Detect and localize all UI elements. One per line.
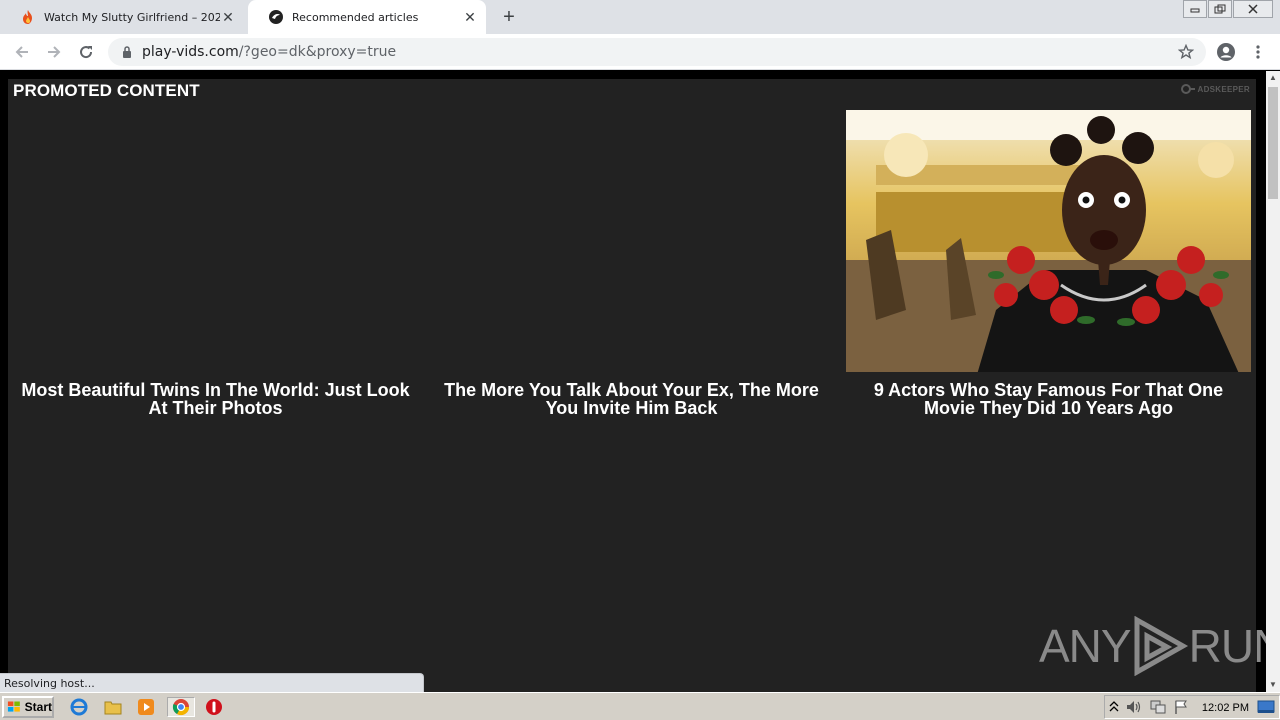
minimize-button[interactable] bbox=[1183, 0, 1207, 18]
article-thumbnail[interactable] bbox=[846, 110, 1251, 378]
chevron-up-icon[interactable] bbox=[1109, 700, 1119, 719]
close-icon[interactable]: ✕ bbox=[462, 9, 478, 25]
article-caption[interactable]: Most Beautiful Twins In The World: Just … bbox=[13, 381, 418, 417]
article-caption[interactable]: 9 Actors Who Stay Famous For That One Mo… bbox=[846, 381, 1251, 417]
anyrun-watermark: ANY RUN bbox=[1039, 616, 1266, 676]
tab-title: Watch My Slutty Girlfriend – 2021 – I bbox=[44, 10, 220, 24]
browser-toolbar: play-vids.com/?geo=dk&proxy=true bbox=[0, 34, 1280, 70]
media-player-icon[interactable] bbox=[135, 697, 157, 717]
scroll-up-icon[interactable]: ▲ bbox=[1266, 71, 1280, 85]
article-thumbnail[interactable] bbox=[429, 110, 834, 378]
lock-icon bbox=[120, 45, 134, 59]
menu-button[interactable] bbox=[1246, 40, 1270, 64]
scroll-down-icon[interactable]: ▼ bbox=[1266, 678, 1280, 692]
promoted-content-widget: PROMOTED CONTENT ADSKEEPER Most Beautifu… bbox=[8, 79, 1266, 692]
account-icon bbox=[1217, 43, 1235, 61]
address-bar[interactable]: play-vids.com/?geo=dk&proxy=true bbox=[108, 38, 1206, 66]
restore-button[interactable] bbox=[1208, 0, 1232, 18]
actor-photo bbox=[846, 110, 1251, 378]
taskbar: Start 12:02 PM bbox=[0, 692, 1280, 720]
tab-strip: Watch My Slutty Girlfriend – 2021 – I ✕ … bbox=[0, 0, 1280, 34]
scrollbar-thumb[interactable] bbox=[1268, 87, 1278, 199]
adskeeper-logo[interactable]: ADSKEEPER bbox=[1180, 83, 1251, 95]
network-icon[interactable] bbox=[1149, 699, 1167, 720]
profile-button[interactable] bbox=[1214, 40, 1238, 64]
back-button[interactable] bbox=[10, 40, 34, 64]
volume-icon[interactable] bbox=[1125, 699, 1143, 720]
kebab-menu-icon bbox=[1256, 45, 1260, 59]
site-favicon-icon bbox=[268, 9, 284, 25]
key-icon bbox=[1180, 84, 1195, 94]
file-explorer-icon[interactable] bbox=[102, 697, 124, 717]
show-desktop-icon[interactable] bbox=[1257, 700, 1275, 719]
bookmark-star-button[interactable] bbox=[1174, 40, 1198, 64]
new-tab-button[interactable]: + bbox=[499, 7, 519, 27]
forward-arrow-icon bbox=[48, 46, 61, 58]
clock[interactable]: 12:02 PM bbox=[1202, 702, 1249, 714]
internet-explorer-icon[interactable] bbox=[68, 697, 90, 717]
close-window-button[interactable] bbox=[1233, 0, 1273, 18]
tab-watch[interactable]: Watch My Slutty Girlfriend – 2021 – I ✕ bbox=[0, 0, 244, 34]
vertical-scrollbar[interactable]: ▲ ▼ bbox=[1266, 71, 1280, 692]
system-tray: 12:02 PM bbox=[1104, 695, 1280, 719]
play-icon bbox=[1134, 616, 1188, 676]
tab-recommended[interactable]: Recommended articles ✕ bbox=[248, 0, 486, 34]
back-arrow-icon bbox=[15, 46, 28, 58]
article-card[interactable]: 9 Actors Who Stay Famous For That One Mo… bbox=[846, 110, 1251, 417]
tab-title: Recommended articles bbox=[292, 10, 419, 24]
reload-icon bbox=[80, 46, 93, 59]
status-bar: Resolving host... bbox=[0, 673, 424, 692]
chrome-taskbar-icon[interactable] bbox=[167, 697, 195, 717]
windows-logo-icon bbox=[7, 701, 20, 712]
page-viewport: PROMOTED CONTENT ADSKEEPER Most Beautifu… bbox=[0, 71, 1266, 692]
forward-button[interactable] bbox=[42, 40, 66, 64]
article-card[interactable]: Most Beautiful Twins In The World: Just … bbox=[13, 110, 418, 417]
start-button[interactable]: Start bbox=[2, 696, 54, 718]
reload-button[interactable] bbox=[74, 40, 98, 64]
flame-icon bbox=[20, 9, 36, 25]
url-text: play-vids.com/?geo=dk&proxy=true bbox=[142, 44, 397, 60]
article-card[interactable]: The More You Talk About Your Ex, The Mor… bbox=[429, 110, 834, 417]
article-thumbnail[interactable] bbox=[13, 110, 418, 378]
article-caption[interactable]: The More You Talk About Your Ex, The Mor… bbox=[429, 381, 834, 417]
star-icon bbox=[1178, 44, 1194, 60]
stop-icon[interactable] bbox=[203, 697, 225, 717]
flag-icon[interactable] bbox=[1173, 699, 1189, 720]
widget-title: PROMOTED CONTENT bbox=[13, 81, 200, 100]
close-icon[interactable]: ✕ bbox=[220, 9, 236, 25]
